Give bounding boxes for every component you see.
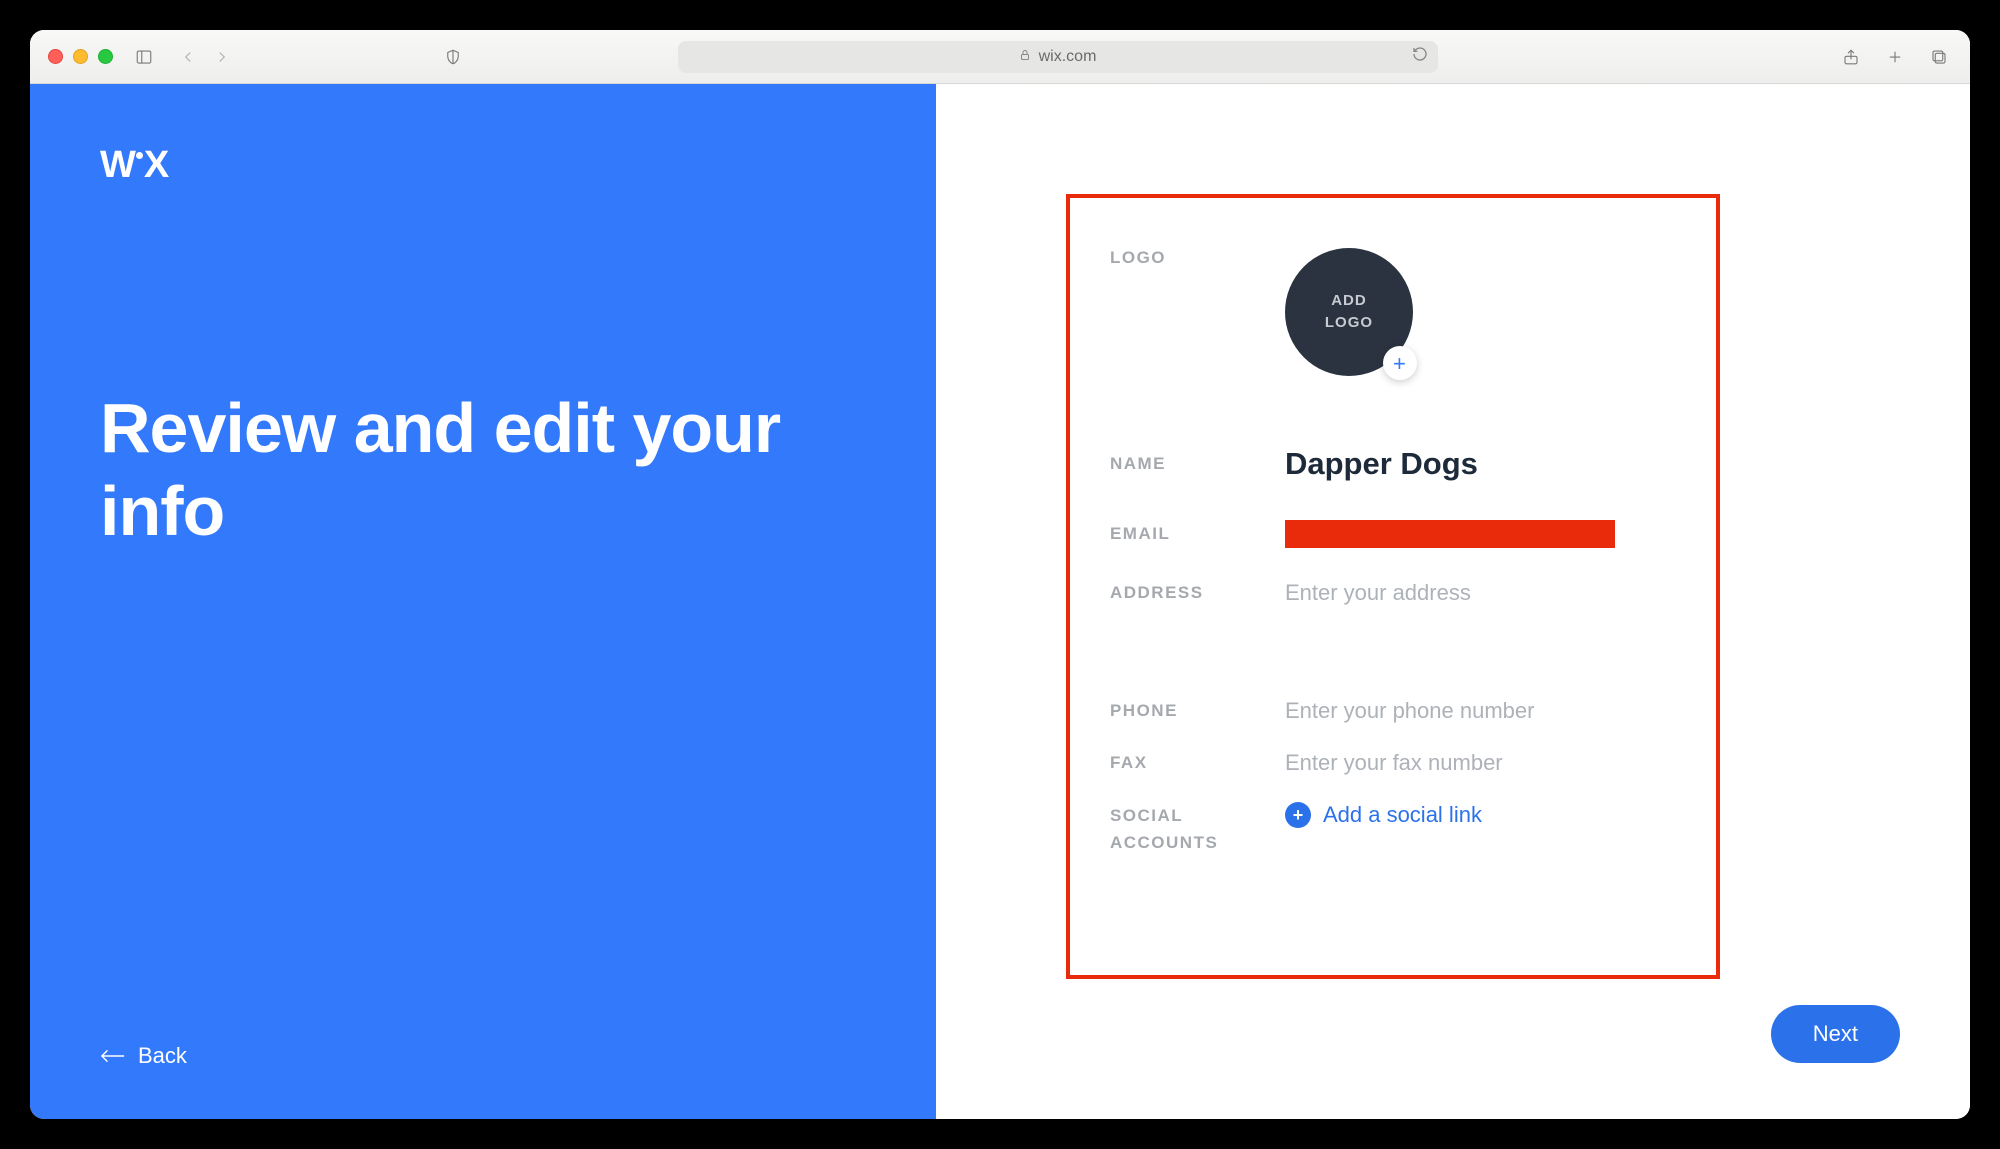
page-content: WX Review and edit your info Back LOGO A… [30, 84, 1970, 1119]
address-field[interactable]: Enter your address [1285, 580, 1676, 606]
browser-window: wix.com WX Review and edit your info [30, 30, 1970, 1119]
email-redacted[interactable] [1285, 520, 1615, 548]
nav-forward-button[interactable] [209, 44, 235, 70]
logo-value: ADD LOGO + [1285, 248, 1676, 376]
add-social-link-button[interactable]: + Add a social link [1285, 802, 1676, 828]
phone-label: PHONE [1110, 701, 1285, 721]
fax-label: FAX [1110, 753, 1285, 773]
logo-row: LOGO ADD LOGO + [1110, 228, 1676, 416]
page-title: Review and edit your info [100, 387, 876, 552]
toolbar-right [1838, 44, 1952, 70]
refresh-icon[interactable] [1412, 46, 1428, 67]
logo-upload-text-1: ADD [1331, 290, 1367, 313]
new-tab-icon[interactable] [1882, 44, 1908, 70]
window-minimize-button[interactable] [73, 49, 88, 64]
logo-label: LOGO [1110, 248, 1285, 268]
nav-back-button[interactable] [175, 44, 201, 70]
email-value [1285, 520, 1676, 548]
address-row: ADDRESS Enter your address [1110, 580, 1676, 606]
next-button[interactable]: Next [1771, 1005, 1900, 1063]
plus-circle-icon: + [1285, 802, 1311, 828]
right-panel: LOGO ADD LOGO + NAME Dapper Dogs EMAIL [936, 84, 1970, 1119]
url-bar[interactable]: wix.com [678, 41, 1438, 73]
add-social-link-text: Add a social link [1323, 802, 1482, 828]
window-maximize-button[interactable] [98, 49, 113, 64]
arrow-left-icon [100, 1049, 126, 1063]
name-row: NAME Dapper Dogs [1110, 446, 1676, 482]
logo-upload-text-2: LOGO [1325, 312, 1373, 335]
tabs-overview-icon[interactable] [1926, 44, 1952, 70]
social-value: + Add a social link [1285, 802, 1676, 828]
email-label: EMAIL [1110, 524, 1285, 544]
browser-toolbar: wix.com [30, 30, 1970, 84]
url-text: wix.com [1039, 48, 1097, 66]
nav-arrows [175, 44, 235, 70]
traffic-lights [48, 49, 113, 64]
lock-icon [1019, 48, 1031, 66]
wix-logo: WX [100, 144, 876, 187]
name-field[interactable]: Dapper Dogs [1285, 446, 1676, 482]
window-close-button[interactable] [48, 49, 63, 64]
left-panel: WX Review and edit your info Back [30, 84, 936, 1119]
phone-row: PHONE Enter your phone number [1110, 698, 1676, 724]
back-button[interactable]: Back [100, 1043, 876, 1069]
info-form-card: LOGO ADD LOGO + NAME Dapper Dogs EMAIL [1066, 194, 1720, 979]
back-label: Back [138, 1043, 187, 1069]
privacy-shield-icon[interactable] [440, 44, 466, 70]
social-label: SOCIAL ACCOUNTS [1110, 802, 1285, 856]
logo-upload-button[interactable]: ADD LOGO + [1285, 248, 1413, 376]
phone-field[interactable]: Enter your phone number [1285, 698, 1676, 724]
social-row: SOCIAL ACCOUNTS + Add a social link [1110, 802, 1676, 856]
name-label: NAME [1110, 454, 1285, 474]
fax-row: FAX Enter your fax number [1110, 750, 1676, 776]
address-label: ADDRESS [1110, 583, 1285, 603]
email-row: EMAIL [1110, 520, 1676, 548]
plus-icon: + [1383, 346, 1417, 380]
share-icon[interactable] [1838, 44, 1864, 70]
sidebar-toggle-icon[interactable] [131, 44, 157, 70]
fax-field[interactable]: Enter your fax number [1285, 750, 1676, 776]
